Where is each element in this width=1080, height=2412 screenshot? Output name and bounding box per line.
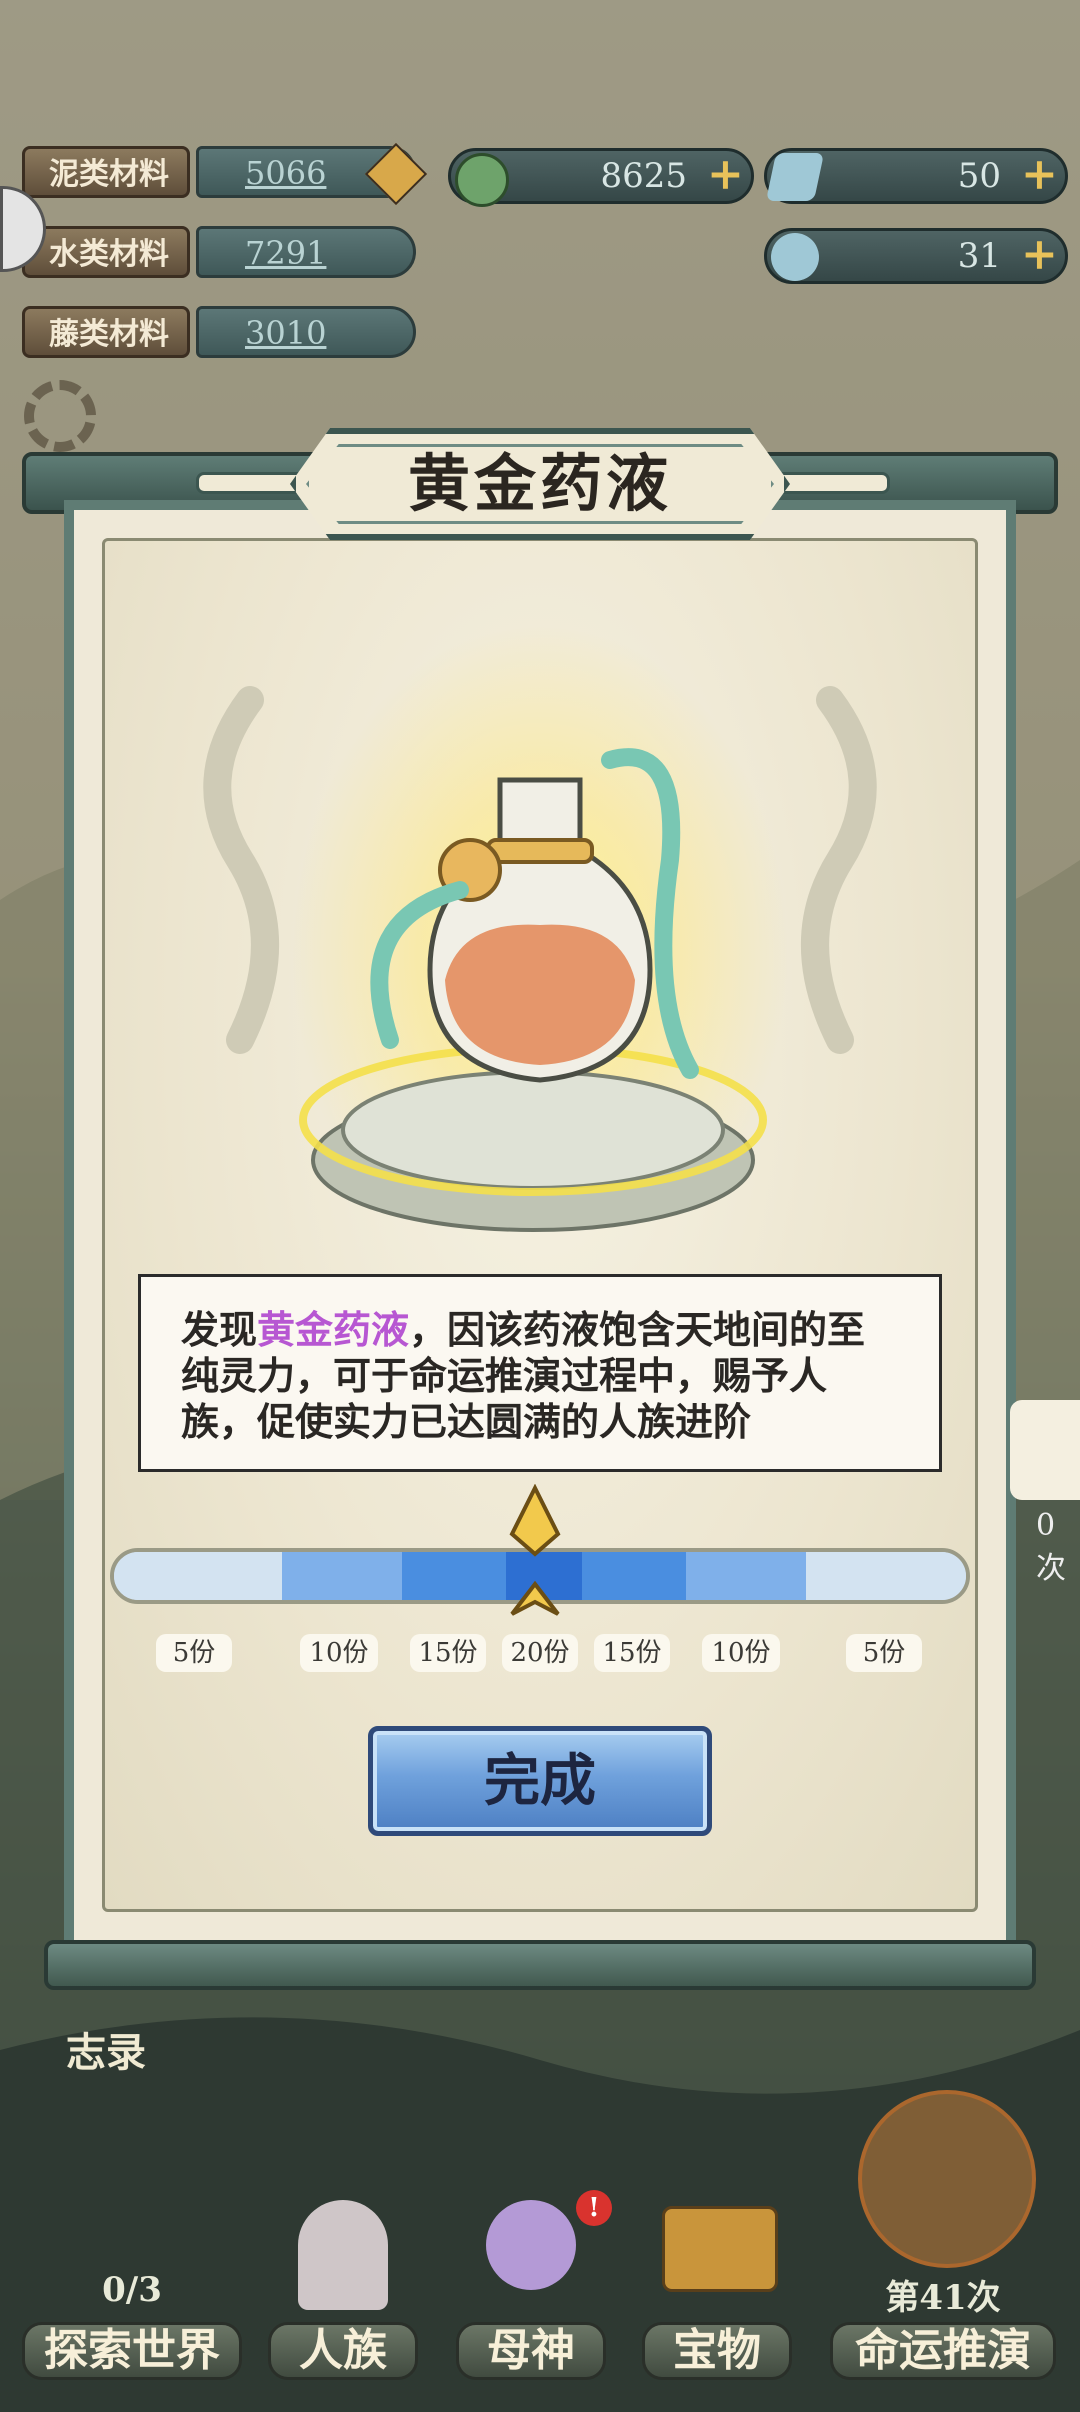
scroll-bottom-rod: [44, 1940, 1036, 1990]
material-value[interactable]: 3010: [196, 306, 416, 358]
slider-label: 15份: [594, 1634, 670, 1672]
fate-count: 第41次: [885, 2278, 1001, 2318]
slider-segment: [282, 1552, 402, 1600]
slider-label: 10份: [300, 1634, 378, 1672]
add-potion-button[interactable]: +: [1021, 233, 1058, 277]
gear-icon[interactable]: [24, 380, 96, 452]
jade-coin-icon: [455, 153, 509, 207]
fate-emblem-icon: [858, 2090, 1036, 2268]
slider-label: 5份: [156, 1634, 232, 1672]
explore-progress: 0/3: [102, 2270, 162, 2310]
potion-counter[interactable]: 31 +: [764, 228, 1068, 284]
title-ornament-right: [774, 472, 890, 494]
item-name-highlight: 黄金药液: [257, 1307, 410, 1352]
slider-pointer[interactable]: [500, 1484, 570, 1624]
journal-label[interactable]: 志录: [66, 2020, 146, 2078]
notification-badge: !: [576, 2190, 612, 2226]
side-collect-button[interactable]: [1010, 1400, 1080, 1500]
slider-segment: [686, 1552, 806, 1600]
material-row-mud: 泥类材料 5066: [0, 142, 428, 206]
slider-segment: [114, 1552, 282, 1600]
slider-segment: [806, 1552, 966, 1600]
description-text: 发现黄金药液，因该药液饱含天地间的至纯灵力，可于命运推演过程中，赐予人族，促使实…: [181, 1307, 901, 1445]
nav-label: 宝物: [642, 2322, 792, 2380]
nav-label: 命运推演: [830, 2322, 1056, 2380]
nav-label: 人族: [268, 2322, 418, 2380]
nav-label: 母神: [456, 2322, 606, 2380]
material-label: 泥类材料: [22, 146, 190, 198]
crystal-counter[interactable]: 50 +: [764, 148, 1068, 204]
nav-mother-goddess[interactable]: ! 母神: [456, 2190, 612, 2380]
slider-label: 5份: [846, 1634, 922, 1672]
slider-segment: [582, 1552, 686, 1600]
description-prefix: 发现: [181, 1307, 258, 1352]
nav-human-race[interactable]: 人族: [268, 2200, 418, 2380]
material-value[interactable]: 7291: [196, 226, 416, 278]
material-label: 藤类材料: [22, 306, 190, 358]
material-row-water: 水类材料 7291: [0, 222, 420, 282]
dialog-title: 黄金药液: [407, 447, 672, 520]
description-box: 发现黄金药液，因该药液饱含天地间的至纯灵力，可于命运推演过程中，赐予人族，促使实…: [138, 1274, 942, 1472]
slider-label: 15份: [410, 1634, 486, 1672]
nav-fate-deduction[interactable]: 第41次 命运推演: [830, 2090, 1056, 2380]
nav-explore-world[interactable]: 0/3 探索世界: [22, 2270, 242, 2380]
side-count: 0次: [1036, 1508, 1066, 1586]
coin-value: 8625: [600, 156, 687, 196]
add-coin-button[interactable]: +: [707, 153, 744, 197]
add-crystal-button[interactable]: +: [1021, 153, 1058, 197]
lotus-icon: [486, 2200, 576, 2290]
crystal-icon: [765, 153, 825, 201]
treasure-chest-icon: [662, 2206, 778, 2292]
material-label: 水类材料: [22, 226, 190, 278]
golden-potion-icon: [370, 748, 699, 1083]
slider-segment: [402, 1552, 506, 1600]
coin-counter[interactable]: 8625 +: [448, 148, 754, 207]
slider-label: 10份: [702, 1634, 780, 1672]
done-button[interactable]: 完成: [368, 1726, 712, 1836]
potion-value: 31: [957, 236, 1001, 276]
water-drop-icon: [771, 233, 819, 281]
crystal-value: 50: [957, 156, 1001, 196]
nav-treasure[interactable]: 宝物: [642, 2206, 792, 2380]
human-avatar-icon: [298, 2200, 388, 2310]
slider-label: 20份: [502, 1634, 578, 1672]
material-row-vine: 藤类材料 3010: [0, 302, 420, 362]
nav-label: 探索世界: [22, 2322, 242, 2380]
